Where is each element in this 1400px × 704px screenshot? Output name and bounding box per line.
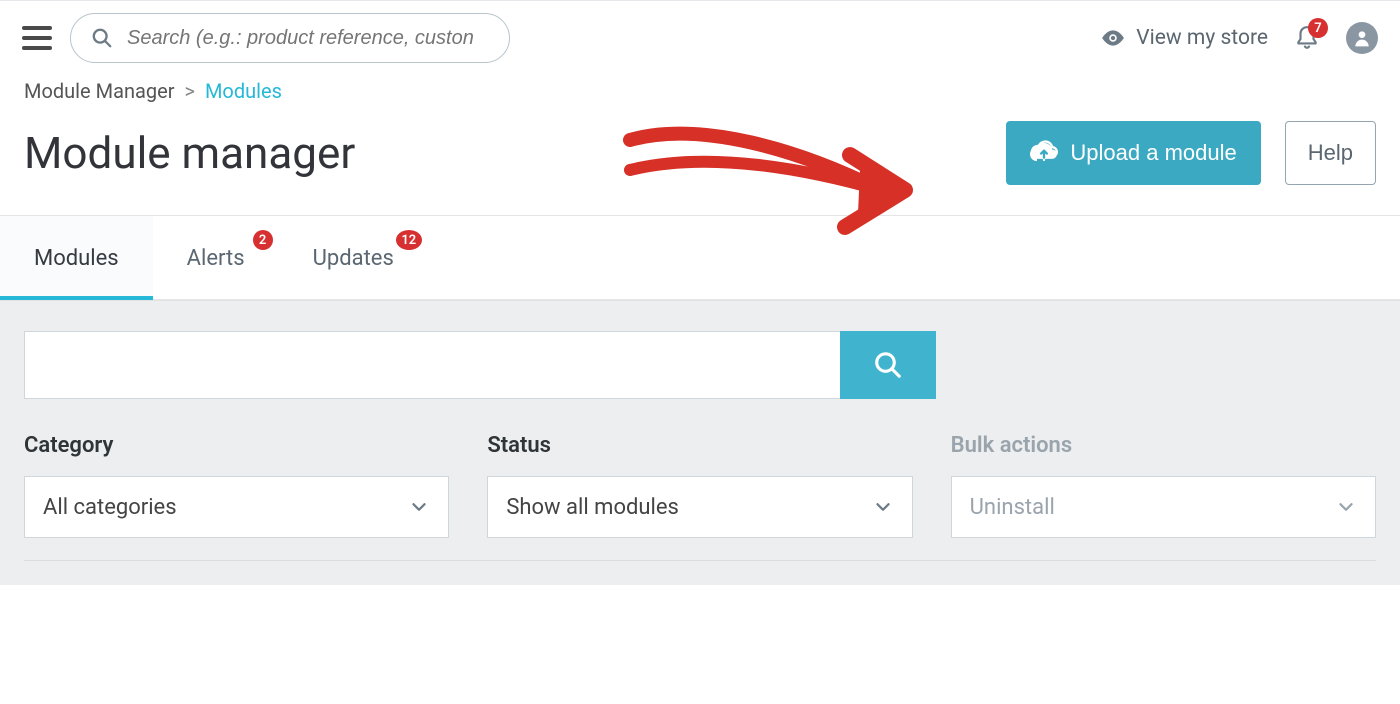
tab-modules[interactable]: Modules (0, 216, 153, 299)
view-store-link[interactable]: View my store (1100, 25, 1268, 51)
tab-updates[interactable]: Updates 12 (279, 216, 428, 299)
upload-module-button[interactable]: Upload a module (1006, 121, 1260, 185)
filter-category: Category All categories (24, 433, 449, 538)
status-value: Show all modules (506, 495, 679, 520)
upload-module-label: Upload a module (1070, 140, 1236, 166)
notifications-button[interactable]: 7 (1294, 24, 1320, 52)
tab-badge: 2 (253, 230, 273, 250)
bulk-label: Bulk actions (951, 433, 1376, 458)
help-label: Help (1308, 140, 1353, 165)
category-label: Category (24, 433, 449, 458)
breadcrumb: Module Manager > Modules (24, 79, 1376, 103)
module-search-input[interactable] (24, 331, 840, 399)
filter-panel: Category All categories Status Show all … (0, 300, 1400, 585)
filters-row: Category All categories Status Show all … (24, 433, 1376, 538)
help-button[interactable]: Help (1285, 121, 1376, 185)
tab-alerts[interactable]: Alerts 2 (153, 216, 279, 299)
topbar: View my store 7 (0, 0, 1400, 75)
status-label: Status (487, 433, 912, 458)
chevron-down-icon (408, 496, 430, 518)
page-title: Module manager (24, 127, 355, 179)
breadcrumb-current: Modules (205, 79, 282, 103)
tab-label: Alerts (187, 246, 245, 271)
divider (24, 560, 1376, 561)
view-store-label: View my store (1136, 26, 1268, 50)
cloud-upload-icon (1030, 139, 1058, 167)
tab-label: Modules (34, 246, 119, 271)
search-icon (873, 350, 903, 380)
tabs: Modules Alerts 2 Updates 12 (0, 215, 1400, 300)
notifications-badge: 7 (1308, 18, 1328, 38)
module-search-row (24, 331, 936, 399)
category-select[interactable]: All categories (24, 476, 449, 538)
search-icon (91, 27, 113, 49)
tab-label: Updates (313, 246, 394, 271)
category-value: All categories (43, 495, 177, 520)
person-icon (1352, 28, 1372, 48)
breadcrumb-separator: > (184, 79, 194, 103)
page-actions: Upload a module Help (1006, 121, 1376, 185)
title-row: Module manager Upload a module Help (24, 121, 1376, 215)
page-header: Module Manager > Modules Module manager … (0, 75, 1400, 215)
chevron-down-icon (1335, 496, 1357, 518)
bulk-value: Uninstall (970, 495, 1055, 520)
tab-badge: 12 (396, 230, 422, 250)
chevron-down-icon (872, 496, 894, 518)
global-search[interactable] (70, 13, 510, 63)
status-select[interactable]: Show all modules (487, 476, 912, 538)
filter-status: Status Show all modules (487, 433, 912, 538)
user-avatar[interactable] (1346, 22, 1378, 54)
menu-icon[interactable] (22, 26, 52, 50)
topbar-right: View my store 7 (1100, 22, 1378, 54)
eye-icon (1100, 25, 1126, 51)
filter-bulk-actions: Bulk actions Uninstall (951, 433, 1376, 538)
module-search-button[interactable] (840, 331, 936, 399)
global-search-input[interactable] (127, 27, 489, 50)
bulk-select[interactable]: Uninstall (951, 476, 1376, 538)
breadcrumb-parent[interactable]: Module Manager (24, 79, 174, 103)
